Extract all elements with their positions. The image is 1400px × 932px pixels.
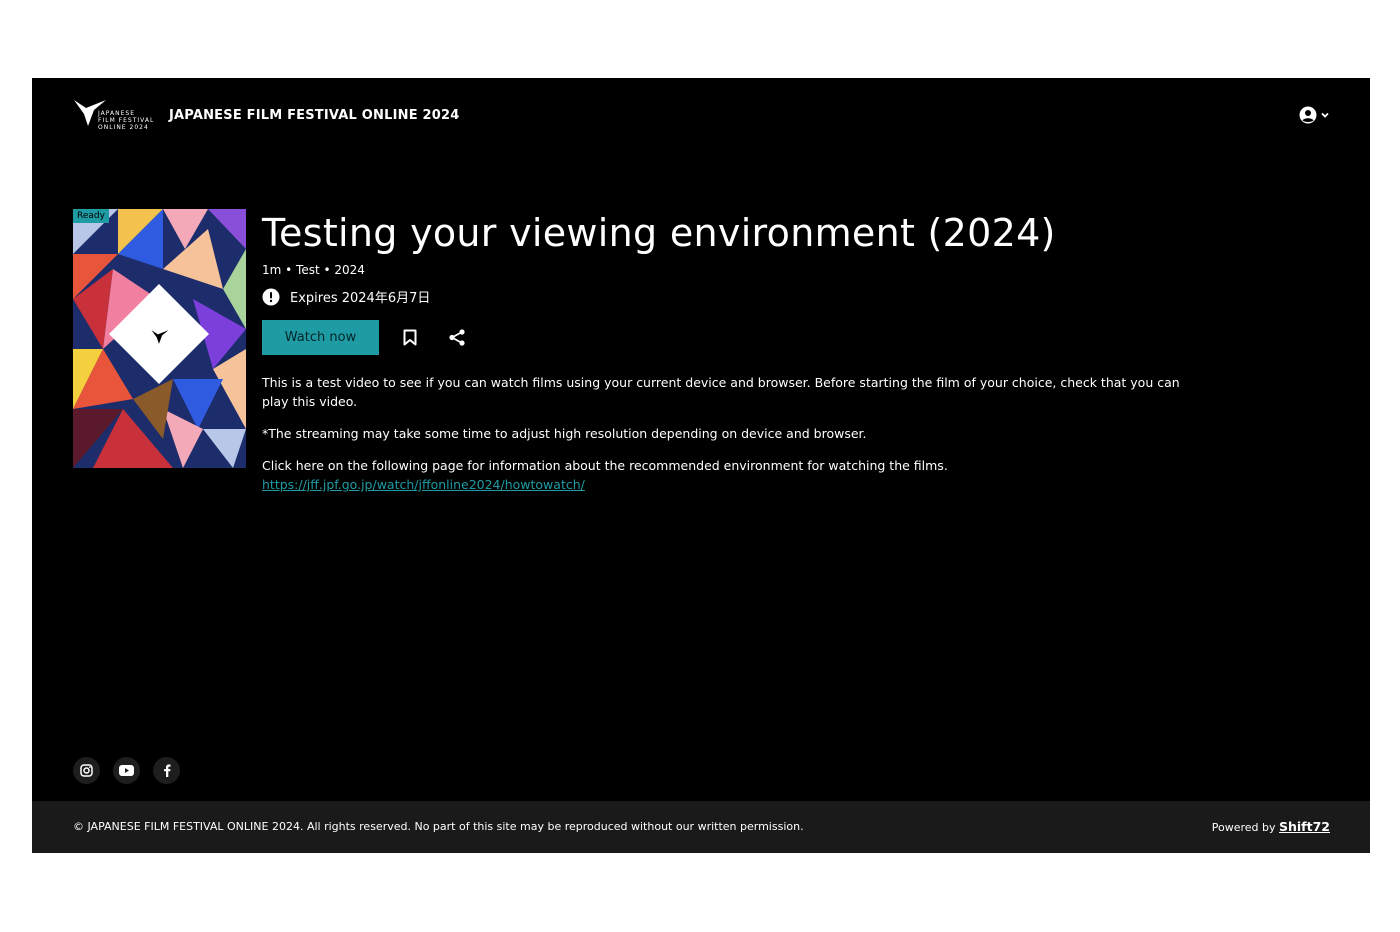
instagram-link[interactable] [73,757,100,784]
description-paragraph: *The streaming may take some time to adj… [262,426,867,441]
site-footer: © JAPANESE FILM FESTIVAL ONLINE 2024. Al… [32,801,1370,853]
instagram-icon [80,764,93,777]
description-paragraph: This is a test video to see if you can w… [262,375,1180,409]
film-description: This is a test video to see if you can w… [262,373,1182,494]
film-poster[interactable]: Ready [73,209,246,468]
copyright-text: © JAPANESE FILM FESTIVAL ONLINE 2024. Al… [73,820,804,833]
youtube-icon [119,765,134,776]
share-icon [449,329,465,346]
social-links [73,757,180,784]
share-button[interactable] [449,329,465,346]
bookmark-button[interactable] [403,329,417,346]
facebook-icon [163,764,171,777]
alert-circle-icon [262,288,280,305]
film-title: Testing your viewing environment (2024) [262,211,1056,255]
poster-logo [150,329,170,349]
film-details: Testing your viewing environment (2024) … [262,208,1182,494]
facebook-link[interactable] [153,757,180,784]
user-circle-icon [1299,106,1317,124]
status-badge: Ready [73,209,109,223]
account-menu[interactable] [1299,106,1330,124]
logo-text: JAPANESE FILM FESTIVAL ONLINE 2024 [98,110,155,131]
powered-by: Powered by Shift72 [1212,819,1330,834]
page-frame: JAPANESE FILM FESTIVAL ONLINE 2024 JAPAN… [32,78,1370,853]
description-paragraph: Click here on the following page for inf… [262,456,1182,494]
site-title[interactable]: JAPANESE FILM FESTIVAL ONLINE 2024 [169,108,459,123]
chevron-down-icon [1321,112,1329,118]
powered-by-label: Powered by [1211,821,1276,834]
film-meta: 1m • Test • 2024 [262,263,365,277]
expiry-notice: Expires 2024年6月7日 [262,287,1182,306]
festival-logo[interactable]: JAPANESE FILM FESTIVAL ONLINE 2024 [72,98,162,134]
howtowatch-link[interactable]: https://jff.jpf.go.jp/watch/jffonline202… [262,477,585,492]
bookmark-icon [403,329,417,346]
shift72-link[interactable]: Shift72 [1279,819,1330,834]
crane-logo-icon [150,329,169,344]
film-actions: Watch now [262,320,1182,355]
expiry-text: Expires 2024年6月7日 [290,291,431,306]
youtube-link[interactable] [113,757,140,784]
description-text: Click here on the following page for inf… [262,458,948,473]
site-header: JAPANESE FILM FESTIVAL ONLINE 2024 JAPAN… [32,78,1370,156]
watch-now-button[interactable]: Watch now [262,320,379,355]
